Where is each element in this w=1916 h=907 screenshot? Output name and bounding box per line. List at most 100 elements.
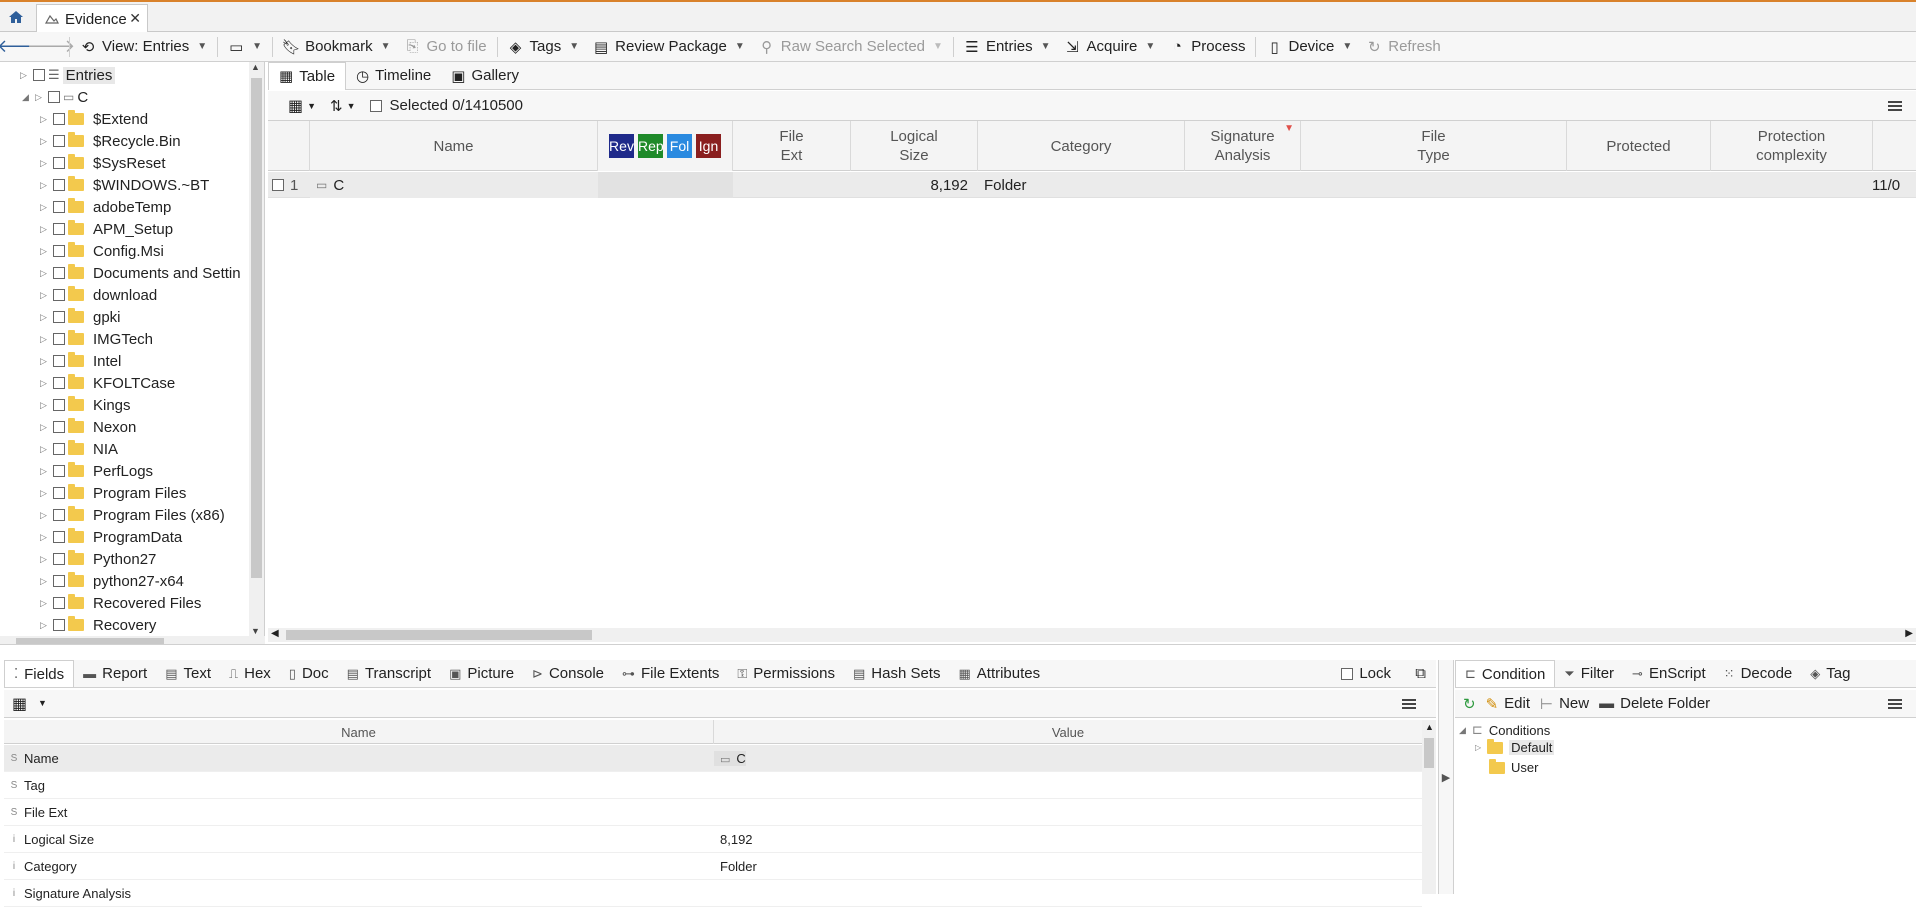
popout-icon[interactable]: ⧉	[1415, 665, 1426, 682]
detail-tab-report[interactable]: ▬ Report	[74, 660, 156, 687]
checkbox[interactable]	[53, 157, 65, 169]
checkbox[interactable]	[53, 597, 65, 609]
detail-tab-permissions[interactable]: ⚿ Permissions	[728, 660, 844, 687]
menu-icon[interactable]	[1888, 697, 1902, 711]
new-button[interactable]: ⊢ New	[1540, 695, 1589, 713]
tree-folder-item[interactable]: ▷ python27-x64	[40, 570, 184, 592]
checkbox[interactable]	[53, 531, 65, 543]
field-row[interactable]: i Logical Size 8,192	[4, 826, 1422, 853]
checkbox[interactable]	[33, 69, 45, 81]
raw-search-selected-button[interactable]: ⚲ Raw Search Selected ▼	[752, 34, 950, 60]
collapse-handle[interactable]: ▶	[1438, 660, 1454, 894]
tree-folder-item[interactable]: ▷ Documents and Settin	[40, 262, 241, 284]
header-file-type[interactable]: File Type	[1301, 121, 1567, 171]
expander-icon[interactable]: ▷	[40, 334, 50, 345]
checkbox[interactable]	[53, 223, 65, 235]
table-horizontal-scrollbar[interactable]: ◀ ▶	[268, 628, 1916, 642]
tree-folder-item[interactable]: ▷ Program Files (x86)	[40, 504, 225, 526]
checkbox[interactable]	[48, 91, 60, 103]
expander-icon[interactable]: ▷	[40, 422, 50, 433]
tree-folder-item[interactable]: ▷ $Extend	[40, 108, 148, 130]
condition-tab-decode[interactable]: ⁙ Decode	[1715, 660, 1802, 687]
checkbox[interactable]	[53, 311, 65, 323]
expander-icon[interactable]: ▷	[40, 444, 50, 455]
header-protection-complexity[interactable]: Protection complexity	[1711, 121, 1873, 171]
home-button[interactable]	[2, 4, 30, 30]
chevron-down-icon[interactable]: ▼	[347, 101, 356, 111]
header-tags[interactable]: Rev Rep Fol Ign	[598, 121, 733, 171]
checkbox[interactable]	[53, 333, 65, 345]
tab-timeline[interactable]: ◷ Timeline	[346, 62, 441, 89]
checkbox[interactable]	[53, 399, 65, 411]
detail-tab-picture[interactable]: ▣ Picture	[440, 660, 523, 687]
condition-folder-item[interactable]: User	[1475, 758, 1538, 775]
header-signature-analysis[interactable]: Signature Analysis ▼	[1185, 121, 1301, 171]
tree-folder-item[interactable]: ▷ Program Files	[40, 482, 186, 504]
detail-tab-text[interactable]: ▤ Text	[156, 660, 220, 687]
expander-icon[interactable]: ▷	[40, 576, 50, 587]
checkbox[interactable]	[53, 619, 65, 631]
expander-icon[interactable]: ▷	[40, 180, 50, 191]
cell-tags[interactable]	[598, 172, 733, 198]
condition-tab-condition[interactable]: ⊏ Condition	[1455, 660, 1556, 687]
forward-button[interactable]: 🡒	[27, 34, 75, 60]
tree-folder-item[interactable]: ▷ adobeTemp	[40, 196, 171, 218]
checkbox[interactable]	[53, 201, 65, 213]
tree-folder-item[interactable]: ▷ APM_Setup	[40, 218, 173, 240]
expander-icon[interactable]: ▷	[40, 224, 50, 235]
tab-table[interactable]: ▦ Table	[268, 61, 347, 90]
expander-icon[interactable]: ▷	[40, 158, 50, 169]
checkbox[interactable]	[1341, 667, 1354, 680]
lock-toggle[interactable]: Lock	[1332, 660, 1400, 687]
tree-folder-item[interactable]: ▷ KFOLTCase	[40, 372, 175, 394]
layout-dropdown[interactable]: ▭ ▼	[221, 34, 269, 60]
expander-icon[interactable]: ▷	[20, 70, 30, 81]
checkbox[interactable]	[53, 465, 65, 477]
field-row[interactable]: S Name ▭ C	[4, 745, 1422, 772]
refresh-icon[interactable]: ↻	[1463, 695, 1476, 713]
scroll-right-icon[interactable]: ▶	[1905, 628, 1913, 639]
detail-tab-hex[interactable]: ⎍ Hex	[220, 660, 280, 687]
expander-icon[interactable]: ▷	[40, 554, 50, 565]
tag-follow-up[interactable]: Fol	[667, 134, 692, 158]
expander-icon[interactable]: ▷	[40, 400, 50, 411]
tree-folder-item[interactable]: ▷ Config.Msi	[40, 240, 164, 262]
checkbox[interactable]	[53, 553, 65, 565]
detail-tab-file-extents[interactable]: ⊶ File Extents	[613, 660, 728, 687]
detail-tab-console[interactable]: ⊳ Console	[523, 660, 613, 687]
expander-icon[interactable]: ▷	[40, 620, 50, 631]
go-to-file-button[interactable]: ⎘ Go to file	[398, 34, 494, 60]
fields-head-name[interactable]: Name	[4, 720, 714, 744]
checkbox[interactable]	[53, 377, 65, 389]
checkbox[interactable]	[53, 421, 65, 433]
checkbox[interactable]	[53, 487, 65, 499]
row-select[interactable]: 1	[272, 172, 298, 198]
delete-folder-button[interactable]: ▬ Delete Folder	[1599, 695, 1710, 712]
tree-folder-item[interactable]: ▷ Python27	[40, 548, 156, 570]
detail-tab-doc[interactable]: ▯ Doc	[280, 660, 338, 687]
scroll-up-icon[interactable]: ▲	[1425, 722, 1434, 732]
expander-icon[interactable]: ▷	[40, 246, 50, 257]
view-dropdown[interactable]: ⟲ View: Entries ▼	[73, 34, 214, 60]
detail-tab-fields[interactable]: ⁚ Fields	[4, 660, 75, 687]
expander-icon[interactable]: ▷	[40, 312, 50, 323]
expander-icon[interactable]: ◢	[1459, 725, 1466, 736]
condition-tab-filter[interactable]: ⏷ Filter	[1555, 660, 1623, 687]
expander-icon[interactable]: ▷	[40, 598, 50, 609]
checkbox[interactable]	[53, 575, 65, 587]
refresh-button[interactable]: ↻ Refresh	[1359, 34, 1448, 60]
checkbox[interactable]	[53, 113, 65, 125]
expander-icon[interactable]: ▷	[40, 378, 50, 389]
condition-tab-tag[interactable]: ◈ Tag	[1801, 660, 1859, 687]
tree-folder-item[interactable]: ▷ PerfLogs	[40, 460, 153, 482]
tree-node-drive-c[interactable]: ◢ ▷ ▭ C	[22, 86, 88, 108]
fields-vertical-scrollbar[interactable]: ▲	[1422, 720, 1436, 894]
tree-folder-item[interactable]: ▷ NIA	[40, 438, 118, 460]
scroll-thumb[interactable]	[251, 78, 262, 578]
expander-icon[interactable]: ▷	[40, 488, 50, 499]
checkbox[interactable]	[272, 179, 284, 191]
acquire-button[interactable]: ⇲ Acquire ▼	[1058, 34, 1163, 60]
field-row[interactable]: S File Ext	[4, 799, 1422, 826]
expander-icon[interactable]: ▷	[40, 136, 50, 147]
checkbox[interactable]	[53, 443, 65, 455]
